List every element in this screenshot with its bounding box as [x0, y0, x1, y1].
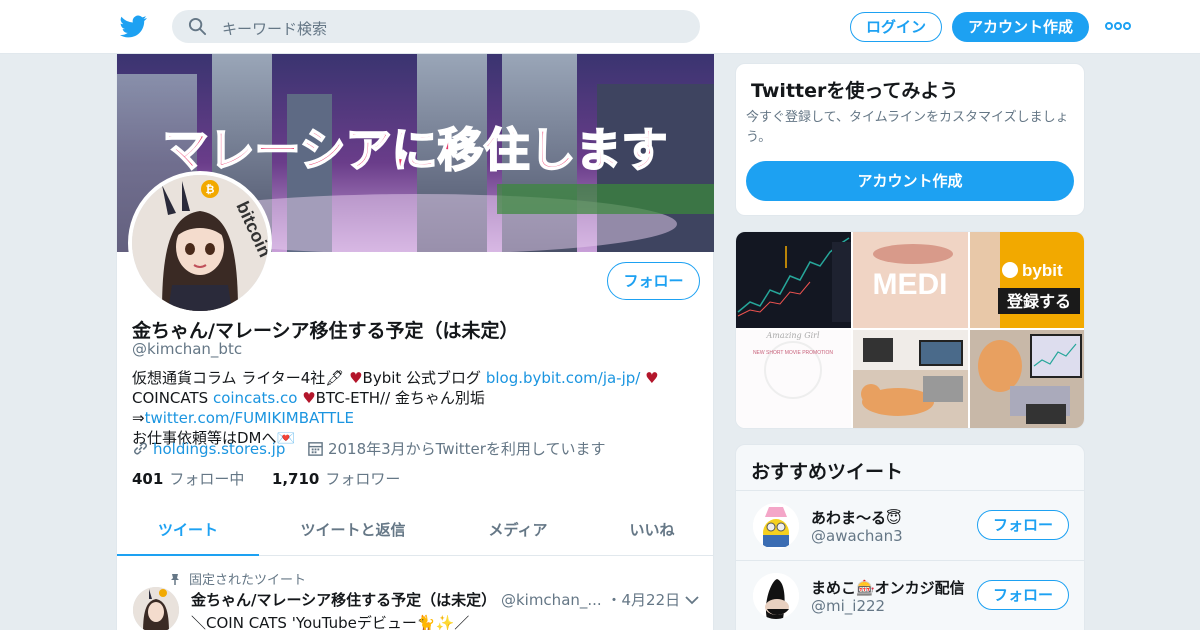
media-tile-amazing-girl[interactable]: Amazing Girl NEW SHORT MOVIE PROMOTION — [736, 330, 851, 428]
recommended-tweets: おすすめツイート あわま〜る😇 @awachan3 フォロー まめこ🎰オンカジ配… — [735, 444, 1085, 630]
search-icon — [188, 17, 207, 36]
tweet-header: 金ちゃん/マレーシア移住する予定（は未定） @kimchan_... ・4月22… — [191, 589, 680, 610]
pinned-indicator: 固定されたツイート — [169, 569, 306, 588]
media-tile-media[interactable]: MEDI — [853, 232, 968, 328]
media-tile-chart[interactable] — [736, 232, 851, 328]
profile-avatar[interactable]: ₿ bitcoin — [128, 171, 272, 315]
media-tile-text: MEDI — [873, 268, 948, 301]
profile-handle[interactable]: @kimchan_btc — [132, 340, 242, 358]
banner-headline: マレーシアに移住します — [162, 124, 667, 176]
recommended-name[interactable]: まめこ🎰オンカジ配信 — [811, 577, 965, 598]
signup-card: Twitterを使ってみよう 今すぐ登録して、タイムラインをカスタマイズしましょ… — [735, 63, 1085, 216]
twitter-bird-icon[interactable] — [120, 13, 147, 40]
tab-media[interactable]: メディア — [447, 506, 589, 556]
bio-text: 仮想通貨コラム ライター4社🖋 — [132, 369, 345, 387]
signup-card-title: Twitterを使ってみよう — [751, 80, 959, 102]
recommended-follow-button[interactable]: フォロー — [977, 580, 1069, 610]
calendar-icon — [308, 442, 323, 456]
recommended-avatar[interactable] — [753, 503, 799, 549]
tab-tweets[interactable]: ツイート — [117, 506, 259, 556]
search-bar[interactable]: キーワード検索 — [172, 10, 700, 43]
svg-text:₿: ₿ — [206, 184, 215, 196]
signup-card-desc: 今すぐ登録して、タイムラインをカスタマイズしましょう。 — [746, 110, 1069, 145]
following-label: フォロー中 — [169, 470, 245, 488]
profile-bio: 仮想通貨コラム ライター4社🖋 ♥Bybit 公式ブログ blog.bybit.… — [132, 368, 702, 448]
more-options-icon[interactable] — [1104, 16, 1132, 36]
pin-icon — [171, 574, 179, 585]
recommended-avatar[interactable] — [753, 573, 799, 619]
bybit-brand: bybit — [1022, 261, 1063, 280]
tweet-author-name[interactable]: 金ちゃん/マレーシア移住する予定（は未定） — [191, 591, 496, 609]
profile-stats: 401 フォロー中 1,710 フォロワー — [132, 468, 400, 489]
bybit-cta: 登録する — [1006, 292, 1071, 311]
bio-link-bybit[interactable]: blog.bybit.com/ja-jp/ — [486, 369, 641, 387]
tweet-avatar[interactable] — [133, 587, 179, 630]
pinned-label: 固定されたツイート — [189, 573, 307, 588]
bio-text: Bybit 公式ブログ — [362, 369, 482, 387]
heart-icon: ♥ — [302, 389, 316, 407]
followers-stat[interactable]: 1,710 フォロワー — [272, 470, 400, 488]
bio-link-twitter[interactable]: twitter.com/FUMIKIMBATTLE — [145, 409, 354, 427]
tab-tweets-and-replies[interactable]: ツイートと返信 — [282, 506, 424, 556]
heart-icon: ♥ — [349, 369, 363, 387]
link-icon — [134, 442, 147, 455]
joined-date: 2018年3月からTwitterを利用しています — [327, 440, 606, 458]
amazing-girl-title: Amazing Girl — [765, 331, 819, 340]
recommended-handle[interactable]: @awachan3 — [811, 527, 903, 545]
following-count: 401 — [132, 470, 164, 488]
media-tile-cat-desk[interactable] — [970, 330, 1084, 428]
tweet-text: ＼COIN CATS 'YouTubeデビュー🐈✨／ — [191, 614, 470, 630]
signup-button[interactable]: アカウント作成 — [952, 12, 1089, 42]
recommended-user[interactable]: まめこ🎰オンカジ配信 @mi_i222 フォロー — [736, 560, 1084, 630]
chevron-down-icon[interactable] — [685, 595, 699, 605]
create-account-button[interactable]: アカウント作成 — [746, 161, 1074, 201]
login-button[interactable]: ログイン — [850, 12, 942, 42]
recommended-user[interactable]: あわま〜る😇 @awachan3 フォロー — [736, 490, 1084, 560]
media-tile-bybit[interactable]: bybit 登録する — [970, 232, 1084, 328]
tab-likes[interactable]: いいね — [587, 506, 717, 556]
media-grid: MEDI bybit 登録する Amazing Girl NEW SHORT M… — [735, 231, 1085, 429]
media-tile-cat-laptop[interactable] — [853, 330, 968, 428]
followers-label: フォロワー — [325, 470, 401, 488]
tweet-author-handle[interactable]: @kimchan_... — [501, 591, 602, 609]
following-stat[interactable]: 401 フォロー中 — [132, 470, 244, 488]
profile-follow-button[interactable]: フォロー — [607, 262, 700, 300]
bio-text: COINCATS — [132, 389, 209, 407]
bio-link-coincats[interactable]: coincats.co — [213, 389, 297, 407]
profile-name: 金ちゃん/マレーシア移住する予定（は未定） — [132, 320, 519, 342]
profile-tabs: ツイート ツイートと返信 メディア いいね — [117, 506, 714, 556]
pinned-tweet[interactable]: 固定されたツイート 金ちゃん/マレーシア移住する予定（は未定） @kimchan… — [117, 557, 714, 630]
recommended-handle[interactable]: @mi_i222 — [811, 597, 885, 615]
profile-card: マレーシアに移住します ₿ bitcoin フォロー 金ちゃん/マレーシア移住す… — [116, 54, 714, 630]
amazing-girl-sub: NEW SHORT MOVIE PROMOTION — [753, 350, 833, 356]
tweet-date[interactable]: ・4月22日 — [606, 591, 680, 609]
heart-icon: ♥ — [645, 369, 659, 387]
recommended-name[interactable]: あわま〜る😇 — [811, 507, 902, 528]
followers-count: 1,710 — [271, 470, 320, 488]
recommended-title: おすすめツイート — [751, 461, 904, 483]
top-bar: キーワード検索 ログイン アカウント作成 — [0, 0, 1200, 54]
recommended-follow-button[interactable]: フォロー — [977, 510, 1069, 540]
profile-website-link[interactable]: holdings.stores.jp — [153, 440, 285, 458]
search-placeholder: キーワード検索 — [222, 20, 328, 38]
profile-meta: holdings.stores.jp 2018年3月からTwitterを利用して… — [132, 438, 605, 459]
